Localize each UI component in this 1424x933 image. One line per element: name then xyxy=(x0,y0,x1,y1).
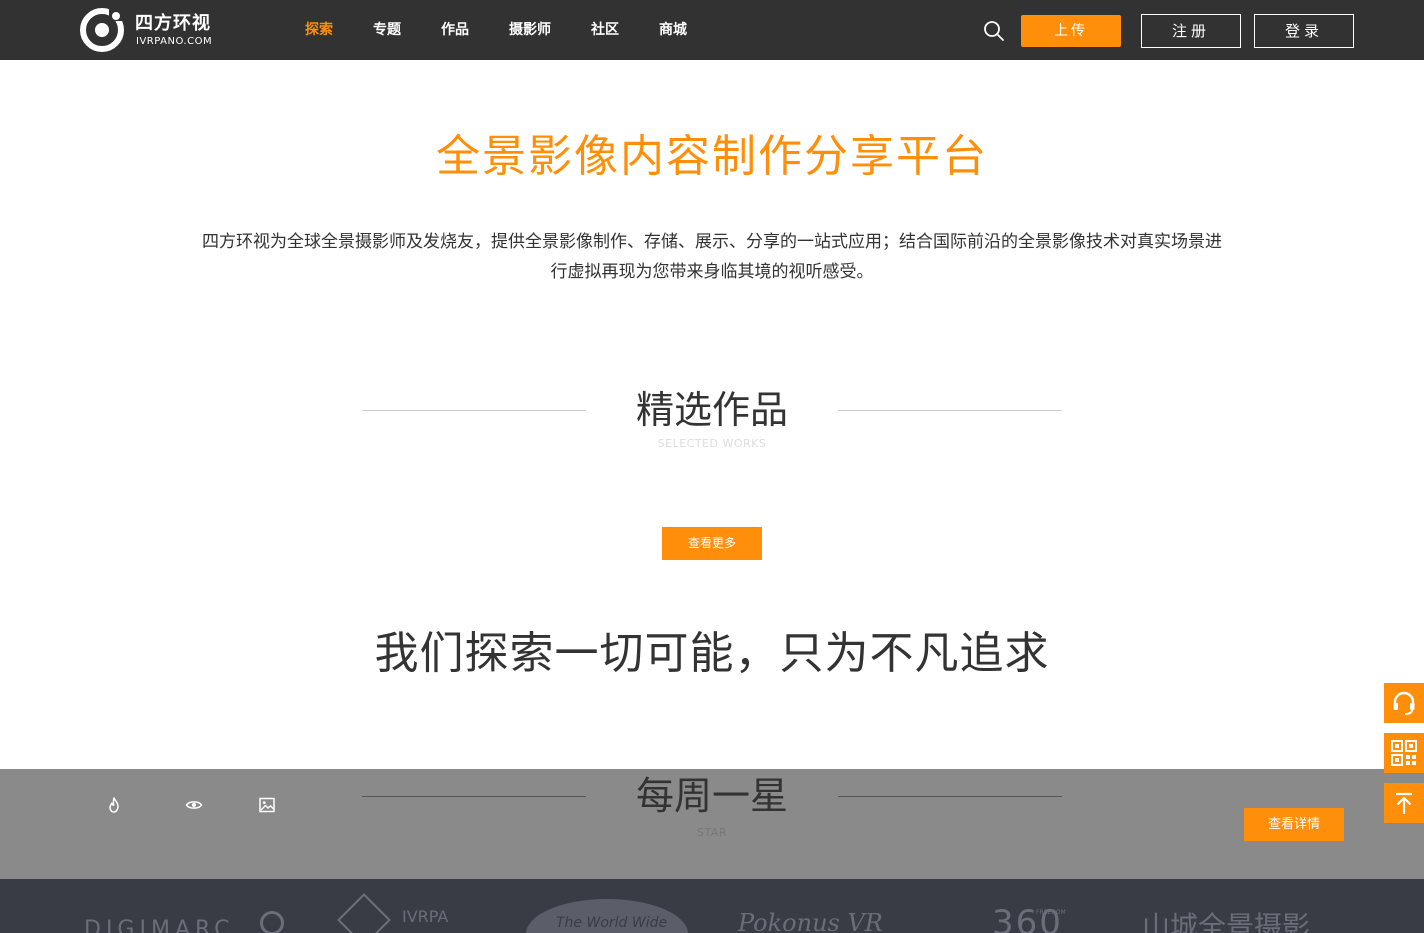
qr-code-button[interactable] xyxy=(1384,733,1424,773)
partner-logo-shancheng[interactable]: 山城全景摄影 xyxy=(1142,905,1310,933)
featured-works-header: 精选作品 SELECTED WORKS xyxy=(0,375,1424,450)
nav-item-works[interactable]: 作品 xyxy=(441,0,469,60)
partner-logo-mark xyxy=(260,911,284,933)
upload-button[interactable]: 上传 xyxy=(1021,15,1121,47)
hero-title: 全景影像内容制作分享平台 xyxy=(436,131,988,182)
nav-item-community[interactable]: 社区 xyxy=(591,0,619,60)
qr-code-icon xyxy=(1391,740,1417,766)
main-nav: 探索 专题 作品 摄影师 社区 商城 xyxy=(305,0,727,60)
partner-logos-strip: DIGIMARC IVRPA The World Wide Pokonus VR… xyxy=(0,879,1424,933)
partner-logo-digimarc[interactable]: DIGIMARC xyxy=(84,917,235,933)
logo-text: 四方环视 xyxy=(135,13,211,34)
nav-item-topics[interactable]: 专题 xyxy=(373,0,401,60)
partner-logo-diamond xyxy=(337,893,391,933)
section-title: 每周一星 xyxy=(635,774,788,818)
section-subtitle: SELECTED WORKS xyxy=(657,437,767,450)
search-icon[interactable] xyxy=(983,20,1005,42)
partner-logo-ivrpa[interactable]: IVRPA xyxy=(402,907,448,926)
section-subtitle: STAR xyxy=(696,826,727,839)
partner-logo-freedom: FREEDOM xyxy=(1036,909,1066,916)
nav-item-shop[interactable]: 商城 xyxy=(659,0,687,60)
weekly-star-section: 每周一星 STAR 查看详情 xyxy=(0,769,1424,879)
section-title: 精选作品 xyxy=(635,388,788,432)
back-to-top-button[interactable] xyxy=(1384,783,1424,823)
partner-logo-360[interactable]: 360 xyxy=(992,903,1063,933)
logo-ring-icon xyxy=(80,7,125,52)
register-button[interactable]: 注册 xyxy=(1141,14,1241,48)
view-details-button[interactable]: 查看详情 xyxy=(1244,808,1344,841)
top-navbar: 四方环视 IVRPANO.COM 探索 专题 作品 摄影师 社区 商城 上传 注… xyxy=(0,0,1424,60)
slogan-heading: 我们探索一切可能，只为不凡追求 xyxy=(374,628,1050,679)
arrow-up-icon xyxy=(1396,792,1412,814)
nav-item-photographers[interactable]: 摄影师 xyxy=(509,0,551,60)
customer-service-button[interactable] xyxy=(1384,683,1424,723)
view-more-button[interactable]: 查看更多 xyxy=(662,527,762,560)
partner-logo-worldwide[interactable]: The World Wide xyxy=(556,915,667,931)
logo-subtext: IVRPANO.COM xyxy=(136,36,213,47)
login-button[interactable]: 登录 xyxy=(1254,14,1354,48)
hero-description: 四方环视为全球全景摄影师及发烧友，提供全景影像制作、存储、展示、分享的一站式应用… xyxy=(202,232,1222,282)
site-logo[interactable]: 四方环视 IVRPANO.COM xyxy=(79,6,229,54)
headset-icon xyxy=(1393,691,1415,715)
partner-logo-pokonus[interactable]: Pokonus VR xyxy=(738,909,883,933)
nav-item-explore[interactable]: 探索 xyxy=(305,0,333,60)
